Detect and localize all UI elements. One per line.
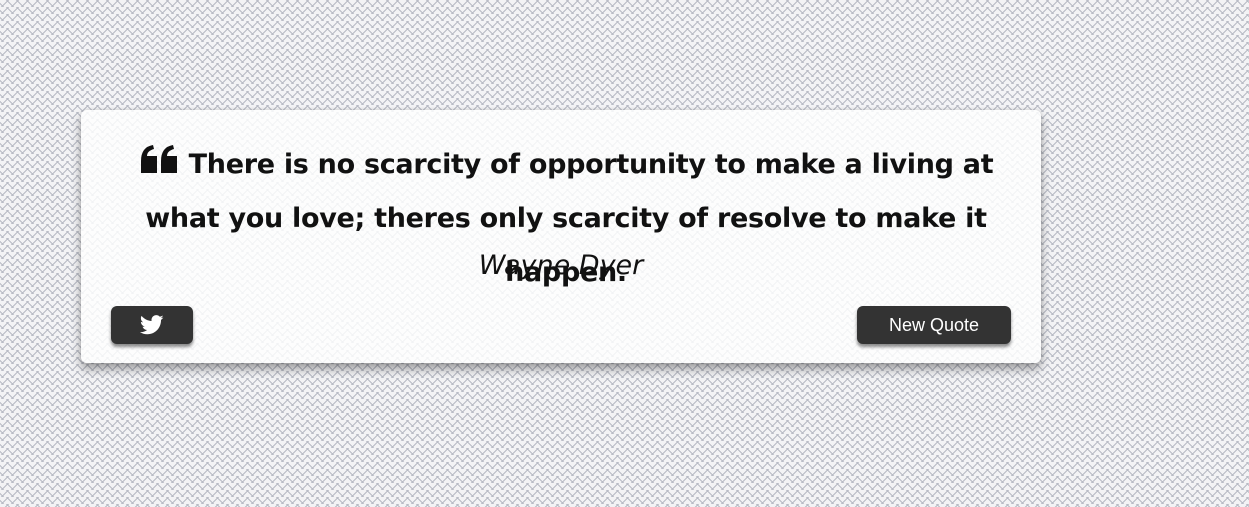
quote-author: Wayne Dyer xyxy=(478,250,644,281)
twitter-icon xyxy=(140,315,164,335)
tweet-button[interactable] xyxy=(111,306,193,344)
quote-box: There is no scarcity of opportunity to m… xyxy=(81,110,1041,363)
new-quote-button[interactable]: New Quote xyxy=(857,306,1011,344)
quote-left-icon xyxy=(140,145,177,173)
